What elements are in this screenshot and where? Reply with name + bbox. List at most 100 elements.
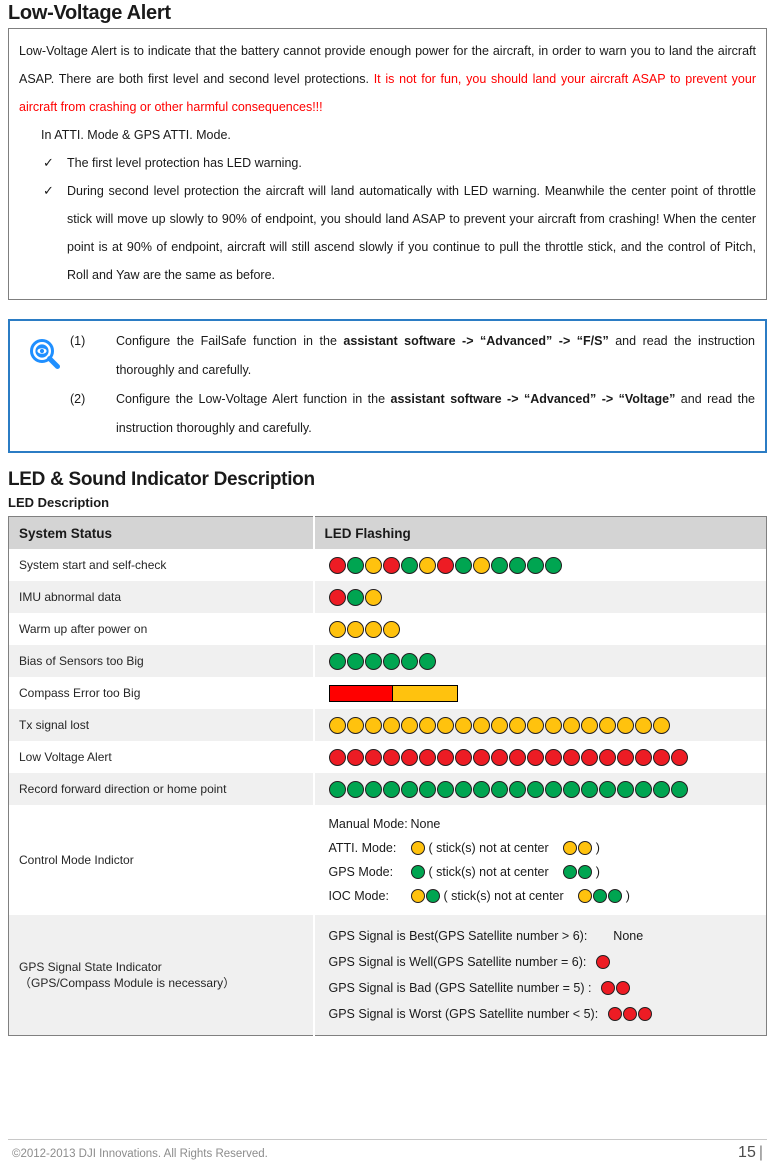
gps-signal-line: GPS Signal is Best(GPS Satellite number … [329, 923, 761, 949]
status-label: IMU abnormal data [8, 581, 315, 613]
led-flashing-cell [313, 709, 767, 741]
led-flashing-cell [313, 773, 767, 805]
led-yellow [544, 716, 562, 734]
check-icon: ✓ [43, 155, 54, 170]
led-yellow [508, 716, 526, 734]
led-red [490, 748, 508, 766]
led-flashing-cell [313, 677, 767, 709]
led-yellow [577, 841, 592, 855]
led-yellow [472, 716, 490, 734]
footer-page-number: 15 | [738, 1144, 763, 1162]
table-row: IMU abnormal data [8, 581, 767, 613]
led-bar [328, 684, 458, 702]
led-green [508, 556, 526, 574]
table-row: Tx signal lost [8, 709, 767, 741]
led-sequence [328, 620, 763, 638]
led-red [608, 1007, 623, 1021]
led-red [544, 748, 562, 766]
led-status-table: System Status LED Flashing System start … [8, 516, 767, 1036]
gps-signal-line: GPS Signal is Bad (GPS Satellite number … [329, 975, 761, 1001]
gps-signal-text: GPS Signal is Well(GPS Satellite number … [328, 955, 587, 969]
led-red [472, 748, 490, 766]
led-red [436, 748, 454, 766]
led-flashing-cell [313, 581, 767, 613]
led-sequence [328, 652, 763, 670]
led-red [616, 748, 634, 766]
led-green [490, 780, 508, 798]
led-green [607, 889, 622, 903]
table-row-control-mode: Control Mode Indictor Manual Mode: None ATT… [8, 805, 767, 915]
magnifier-eye-icon [20, 327, 70, 373]
led-red [418, 748, 436, 766]
note-text-bold: assistant software -> “Advanced” -> “F/S… [343, 334, 609, 348]
control-mode-dots [410, 865, 425, 879]
table-row: Bias of Sensors too Big [8, 645, 767, 677]
led-green [346, 652, 364, 670]
low-voltage-alert-box: Low-Voltage Alert is to indicate that th… [8, 28, 767, 300]
note-number: (2) [70, 392, 86, 406]
led-yellow [364, 716, 382, 734]
table-head: System Status LED Flashing [8, 516, 767, 549]
led-yellow [364, 556, 382, 574]
led-red [596, 955, 611, 969]
led-green [364, 652, 382, 670]
led-red [670, 748, 688, 766]
led-yellow [346, 620, 364, 638]
gps-indicator-label-line1: GPS Signal State Indicator [19, 959, 162, 974]
note-text-pre: Configure the FailSafe function in the [116, 334, 344, 348]
led-red [400, 748, 418, 766]
note-text: Configure the Low-Voltage Alert function… [116, 385, 755, 443]
led-yellow [400, 716, 418, 734]
table-row: System start and self-check [8, 549, 767, 581]
led-green [418, 652, 436, 670]
status-label: Bias of Sensors too Big [8, 645, 315, 677]
control-mode-line: ATTI. Mode: ( stick(s) not at center) [329, 836, 761, 860]
led-yellow [328, 716, 346, 734]
control-mode-name: IOC Mode: [328, 889, 389, 903]
led-yellow [418, 716, 436, 734]
control-mode-label: Control Mode Indictor [8, 805, 315, 915]
led-green [562, 780, 580, 798]
led-green [490, 556, 508, 574]
led-sequence [328, 588, 763, 606]
led-green [346, 588, 364, 606]
control-mode-paren-dots [577, 889, 622, 903]
control-mode-value: None [410, 817, 441, 831]
led-yellow [328, 620, 346, 638]
led-bar-indicator [328, 684, 763, 702]
control-mode-dots [410, 889, 440, 903]
led-red [436, 556, 454, 574]
gps-signal-dots [601, 981, 631, 995]
gps-signal-text: GPS Signal is Best(GPS Satellite number … [328, 929, 588, 943]
led-yellow [616, 716, 634, 734]
led-red [623, 1007, 638, 1021]
led-yellow [490, 716, 508, 734]
control-mode-note: ( stick(s) not at center [443, 889, 564, 903]
control-mode-dots [410, 841, 425, 855]
note-box: (1) Configure the FailSafe function in t… [8, 319, 767, 453]
control-mode-cell: Manual Mode: None ATTI. Mode: ( stick(s) n… [313, 805, 767, 915]
control-mode-paren-close: ) [625, 889, 630, 903]
led-sequence [328, 748, 763, 766]
led-flashing-cell [313, 741, 767, 773]
led-red [328, 556, 346, 574]
led-green [328, 652, 346, 670]
gps-signal-dots [608, 1007, 653, 1021]
led-green [526, 556, 544, 574]
led-red [364, 748, 382, 766]
page-number-bar: | [758, 1144, 763, 1161]
control-mode-paren-close: ) [595, 841, 600, 855]
led-yellow [410, 841, 425, 855]
led-flashing-cell [313, 613, 767, 645]
led-green [577, 865, 592, 879]
control-mode-note: ( stick(s) not at center [428, 841, 549, 855]
led-yellow [418, 556, 436, 574]
table-header-row: System Status LED Flashing [8, 516, 767, 549]
gps-signal-line: GPS Signal is Well(GPS Satellite number … [329, 949, 761, 975]
led-yellow [364, 620, 382, 638]
led-green [382, 780, 400, 798]
led-green [400, 780, 418, 798]
alert-mode-line: In ATTI. Mode & GPS ATTI. Mode. [41, 128, 231, 142]
list-item: ✓ The first level protection has LED warn… [29, 149, 756, 177]
control-mode-paren-dots [562, 865, 592, 879]
